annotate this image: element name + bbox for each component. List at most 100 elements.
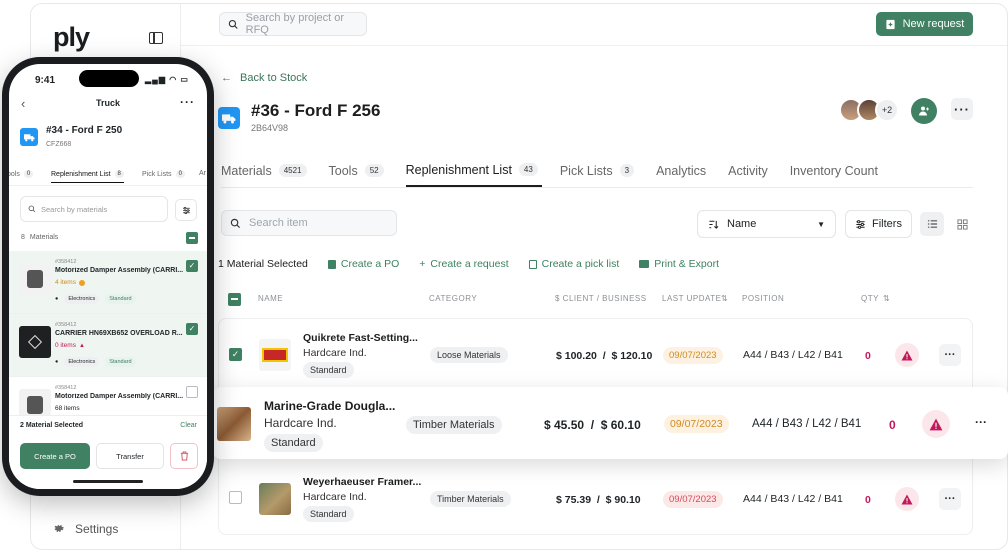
item-search-input[interactable]: Search item [221,210,397,236]
price-value: $ 75.39 / $ 90.10 [556,494,641,506]
phone-search-input[interactable]: Search by materials [20,196,168,222]
back-to-stock-link[interactable]: ← Back to Stock [221,72,307,84]
transfer-button[interactable]: Transfer [96,443,164,469]
search-icon [230,218,241,228]
tab-label: Materials [221,163,272,178]
new-request-button[interactable]: New request [876,12,973,36]
header-qty[interactable]: QTY [861,294,879,303]
position-value: A44 / B43 / L42 / B41 [743,349,843,361]
tab-tools[interactable]: Tools 52 [329,154,406,187]
tab-count-badge: 3 [619,164,635,177]
tab-activity[interactable]: Activity [728,154,790,187]
warning-icon[interactable] [895,487,919,511]
list-item[interactable]: #358412 CARRIER HN69XB652 OVERLOAD R... … [9,314,207,377]
item-name: Motorized Damper Assembly (CARRI... [55,267,183,274]
item-checkbox[interactable] [186,386,198,398]
sidebar-item-settings[interactable]: Settings [53,522,118,536]
tab-bar: Materials 4521 Tools 52 Replenishment List 43… [221,154,973,188]
ellipsis-icon[interactable]: ··· [180,95,195,109]
list-view-toggle[interactable] [920,212,944,236]
item-tags: ● Electronics Standard [55,294,136,304]
project-search-placeholder: Search by project or RFQ [245,12,345,36]
warning-icon[interactable] [895,343,919,367]
delete-button[interactable] [170,443,198,469]
sidebar-collapse-icon[interactable] [149,32,163,44]
clear-selection-link[interactable]: Clear [180,422,197,429]
header-price[interactable]: $ CLIENT / BUSINESS [555,294,647,303]
warning-icon[interactable] [922,410,950,438]
item-grade: Standard [105,294,136,304]
product-name[interactable]: Quikrete Fast-Setting... [303,332,418,344]
item-checkbox[interactable]: ✓ [186,323,198,335]
item-code: #358412 [55,385,77,391]
last-update-date: 09/07/2023 [664,415,729,433]
item-stock: 0 items ▲ [55,342,85,349]
sort-select[interactable]: Name ▼ [697,210,836,238]
phone-tab-bar: ools0 Replenishment List8 Pick Lists0 Ar [9,164,207,186]
home-indicator [73,480,143,483]
tab-count-badge: 4521 [278,164,307,177]
phone-tab-analytics[interactable]: Ar [199,170,206,177]
back-label: Back to Stock [240,72,308,84]
tab-pick-lists[interactable]: Pick Lists 3 [560,154,656,187]
phone-selection-count: 2 Material Selected [20,422,84,429]
header-category[interactable]: CATEGORY [429,294,477,303]
more-options-button[interactable]: ··· [951,98,973,120]
member-avatars[interactable]: +2 [839,98,899,122]
header-name[interactable]: NAME [258,294,283,303]
tab-count: 0 [175,170,185,178]
row-more-button[interactable]: ··· [939,344,961,366]
phone-action-footer: 2 Material Selected Clear Create a PO Tr… [9,415,207,489]
tab-label: Ar [199,170,206,177]
avatar-more-count[interactable]: +2 [875,98,899,122]
tab-analytics[interactable]: Analytics [656,154,728,187]
list-item[interactable]: #358412 Motorized Damper Assembly (CARRI… [9,251,207,314]
row-more-button[interactable]: ··· [939,488,961,510]
product-name[interactable]: Weyerhaeuser Framer... [303,476,421,488]
row-checkbox[interactable]: ✓ [229,348,242,361]
filters-button[interactable]: Filters [845,210,912,238]
header-last-update[interactable]: LAST UPDATE [662,294,721,303]
create-po-button[interactable]: Create a PO [327,258,400,270]
add-user-button[interactable] [911,98,937,124]
select-all-checkbox[interactable] [228,293,241,306]
page-title: #36 - Ford F 256 [251,101,381,120]
create-pick-list-button[interactable]: Create a pick list [528,258,619,270]
sort-arrows-icon[interactable]: ⇅ [883,294,890,303]
filters-label: Filters [872,218,902,230]
phone-tab-replenishment[interactable]: Replenishment List 8 [51,170,124,183]
qty-value: 0 [889,418,896,432]
phone-create-po-button[interactable]: Create a PO [20,443,90,469]
item-checkbox[interactable]: ✓ [186,260,198,272]
sliders-icon [182,206,190,214]
tab-inventory-count[interactable]: Inventory Count [790,154,900,187]
row-more-button[interactable]: ··· [975,415,987,429]
item-search-placeholder: Search item [249,217,308,229]
item-stock: 68 items [55,405,80,412]
phone-tab-pick-lists[interactable]: Pick Lists 0 [142,170,185,178]
table-row[interactable]: ✓ Quikrete Fast-Setting... Hardcare Ind.… [219,319,974,389]
tab-label: Pick Lists [559,163,613,178]
project-search-input[interactable]: Search by project or RFQ [219,12,367,36]
ellipsis-icon: ··· [944,493,956,505]
header-position[interactable]: POSITION [742,294,784,303]
phone-select-all-checkbox[interactable] [186,232,198,244]
check-icon: ✓ [231,349,240,359]
phone-filter-button[interactable] [175,199,197,221]
stock-count: 68 items [55,405,80,412]
tab-replenishment-list[interactable]: Replenishment List 43 [405,154,542,187]
create-request-button[interactable]: + Create a request [419,258,508,270]
table-row[interactable]: Weyerhaeuser Framer... Hardcare Ind. Sta… [219,465,974,535]
create-po-label: Create a PO [340,258,400,270]
print-export-button[interactable]: Print & Export [639,258,719,270]
ellipsis-icon: ··· [954,101,970,117]
product-name[interactable]: Marine-Grade Dougla... [264,399,395,413]
item-stock: 4 items [55,279,85,286]
tab-label: Tools [328,163,358,178]
sort-arrows-icon[interactable]: ⇅ [721,294,728,303]
table-row-raised[interactable]: Marine-Grade Dougla... Hardcare Ind. Sta… [213,387,1008,459]
row-checkbox[interactable] [229,491,242,504]
phone-tab-tools[interactable]: ools0 [9,170,34,178]
tab-materials[interactable]: Materials 4521 [221,154,329,187]
grid-view-toggle[interactable] [950,212,974,236]
